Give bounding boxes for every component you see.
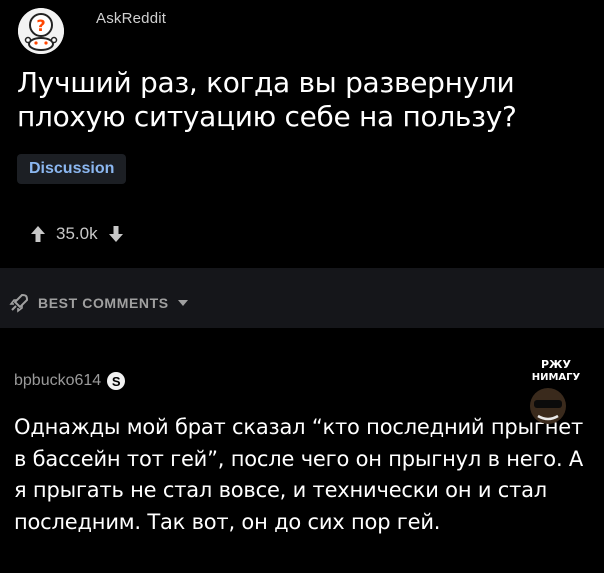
watermark-line2: НИМАГУ — [532, 372, 581, 383]
subreddit-name[interactable]: AskReddit — [96, 10, 166, 27]
rocket-icon — [9, 293, 29, 313]
watermark-logo: РЖУ НИМАГУ — [530, 358, 581, 424]
sort-label: BEST COMMENTS — [38, 295, 169, 311]
user-badge: S — [107, 372, 126, 390]
caret-down-icon — [177, 300, 188, 306]
comment-sort[interactable]: BEST COMMENTS — [8, 292, 189, 314]
watermark-line1: РЖУ — [541, 358, 572, 371]
vote-bar: 35.0k — [30, 222, 124, 246]
arrow-up-icon[interactable] — [30, 225, 46, 243]
post-header: ? AskReddit — [10, 8, 600, 54]
subreddit-avatar[interactable]: ? — [18, 8, 64, 54]
post-title[interactable]: Лучший раз, когда вы развернули плохую с… — [17, 66, 587, 134]
arrow-down-icon[interactable] — [108, 225, 124, 243]
comment-meta: bpbucko614 S — [14, 372, 126, 390]
svg-text:?: ? — [36, 16, 45, 35]
vote-score: 35.0k — [56, 224, 98, 243]
comment-body: Однажды мой брат сказал “кто последний п… — [14, 415, 584, 534]
comment-author[interactable]: bpbucko614 — [14, 372, 101, 390]
post-flair[interactable]: Discussion — [17, 154, 127, 184]
reddit-snoo-question-icon: ? — [18, 8, 64, 54]
